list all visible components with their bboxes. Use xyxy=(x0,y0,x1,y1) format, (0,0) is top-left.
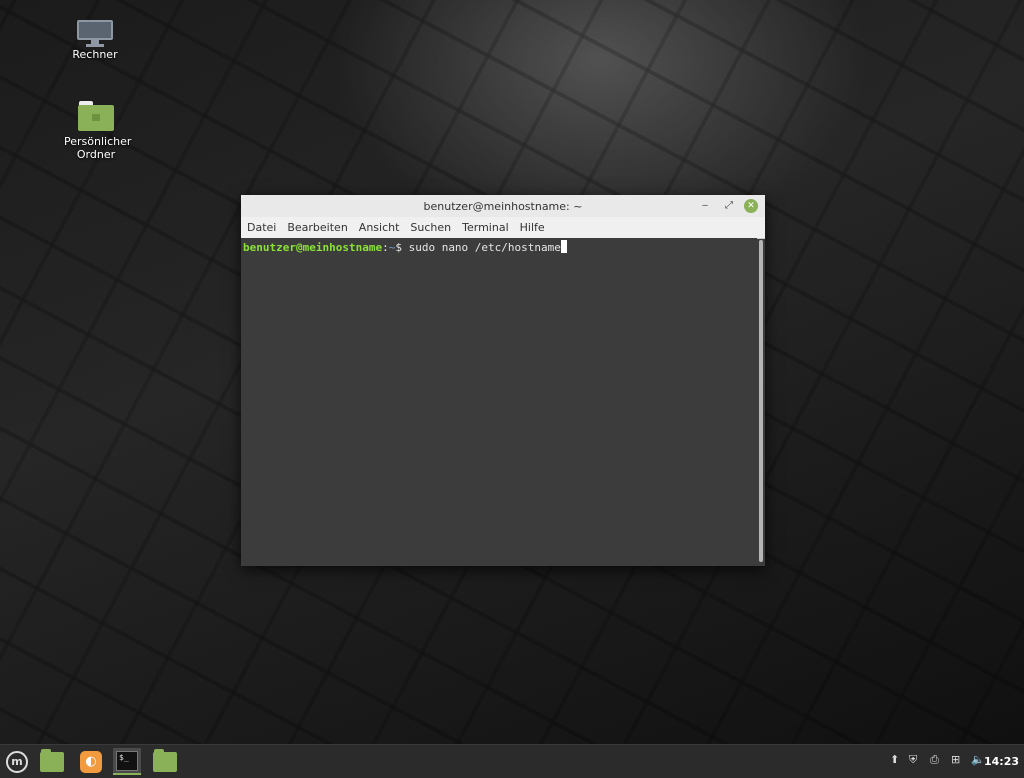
printer-icon[interactable]: ⎙ xyxy=(930,753,939,767)
desktop-icon-label: Persönlicher Ordner xyxy=(64,135,132,161)
menu-ansicht[interactable]: Ansicht xyxy=(353,217,405,234)
close-button[interactable]: ✕ xyxy=(744,199,758,213)
network-icon[interactable]: ⊞ xyxy=(951,753,960,766)
clock[interactable]: 14:23 xyxy=(984,755,1019,768)
menu-datei[interactable]: Datei xyxy=(241,217,281,234)
update-manager-icon[interactable]: ⬆ xyxy=(890,753,899,766)
volume-icon[interactable]: 🔈 xyxy=(971,753,985,766)
home-folder-icon xyxy=(78,101,114,131)
firefox-launcher[interactable]: ◐ xyxy=(77,748,105,775)
terminal-launcher[interactable]: $_ xyxy=(113,748,141,775)
shield-icon[interactable]: ⛨ xyxy=(909,753,917,767)
prompt-symbol: $ xyxy=(395,241,409,254)
menu-terminal[interactable]: Terminal xyxy=(456,217,514,234)
desktop-icon-computer[interactable]: Rechner xyxy=(55,20,135,61)
prompt-separator: : xyxy=(382,241,389,254)
window-titlebar[interactable]: benutzer@meinhostname: ~ ‒ ⤢ ✕ xyxy=(241,195,765,217)
files-launcher[interactable] xyxy=(38,748,66,775)
terminal-scrollbar[interactable] xyxy=(759,240,763,562)
terminal-cursor xyxy=(560,240,567,253)
prompt-user: benutzer@meinhostname xyxy=(243,241,383,254)
maximize-button[interactable]: ⤢ xyxy=(722,199,736,213)
terminal-window[interactable]: benutzer@meinhostname: ~ ‒ ⤢ ✕ Datei Bear… xyxy=(241,195,765,566)
desktop-icon-label: Rechner xyxy=(72,48,118,61)
desktop-icon-home[interactable]: Persönlicher Ordner xyxy=(56,101,136,161)
menu-suchen[interactable]: Suchen xyxy=(404,217,456,234)
computer-icon xyxy=(77,20,113,47)
minimize-button[interactable]: ‒ xyxy=(698,199,712,213)
terminal-output[interactable]: benutzer@meinhostname:~$ sudo nano /etc/… xyxy=(241,238,757,566)
terminal-icon: $_ xyxy=(116,750,138,771)
folder-icon xyxy=(40,748,64,772)
files-window[interactable] xyxy=(151,748,179,775)
terminal-command: sudo nano /etc/hostname xyxy=(408,241,561,254)
taskbar: m ◐ $_ ⬆ ⛨ ⎙ ⊞ 🔈 14:23 xyxy=(0,744,1024,778)
window-title: benutzer@meinhostname: ~ xyxy=(423,200,583,213)
terminal-line: benutzer@meinhostname:~$ sudo nano /etc/… xyxy=(241,238,757,254)
menu-hilfe[interactable]: Hilfe xyxy=(514,217,550,234)
menu-button[interactable]: m xyxy=(3,748,31,775)
linux-mint-logo-icon: m xyxy=(6,750,28,773)
firefox-icon: ◐ xyxy=(80,750,102,773)
folder-icon xyxy=(153,748,177,772)
menu-bearbeiten[interactable]: Bearbeiten xyxy=(281,217,352,234)
menubar: Datei Bearbeiten Ansicht Suchen Terminal Hilf… xyxy=(241,217,765,239)
